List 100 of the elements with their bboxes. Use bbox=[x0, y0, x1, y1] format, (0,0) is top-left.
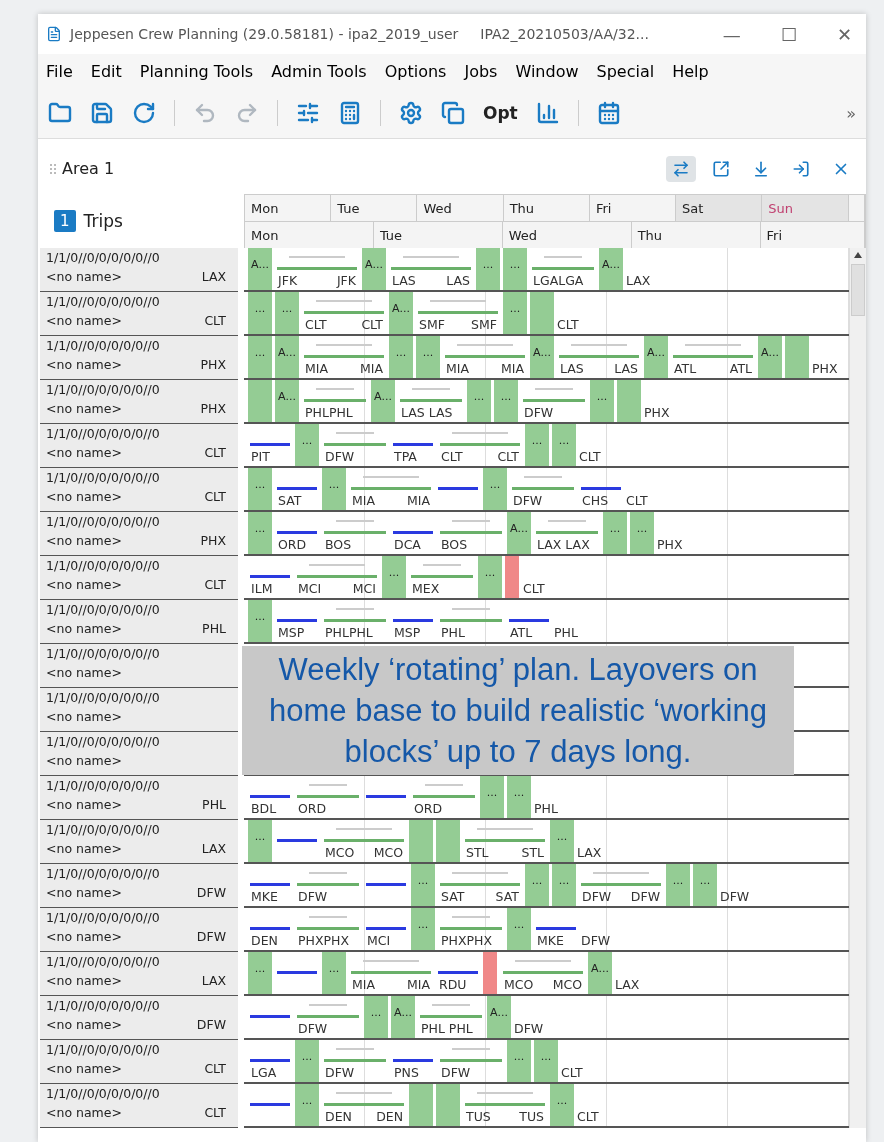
menu-item[interactable]: Admin Tools bbox=[271, 61, 367, 81]
crew-row-header[interactable]: 1/1/0//0/0/0/0/0//0 <no name> LAX bbox=[40, 820, 238, 864]
duty-block[interactable]: ... bbox=[364, 996, 388, 1038]
settings-icon[interactable] bbox=[399, 101, 423, 125]
crew-row-header[interactable]: 1/1/0//0/0/0/0/0//0 <no name> PHX bbox=[40, 336, 238, 380]
scroll-up-icon[interactable] bbox=[854, 252, 862, 258]
menu-item[interactable]: Jobs bbox=[464, 61, 498, 81]
save-icon[interactable] bbox=[90, 101, 114, 125]
menu-item[interactable]: Help bbox=[672, 61, 709, 81]
duty-block[interactable]: ... bbox=[507, 776, 531, 818]
opt-button[interactable]: Opt bbox=[483, 103, 518, 123]
crew-row-header[interactable]: 1/1/0//0/0/0/0/0//0 <no name> CLT bbox=[40, 1084, 238, 1128]
copy-icon[interactable] bbox=[441, 101, 465, 125]
bar-chart-icon[interactable] bbox=[535, 101, 560, 125]
duty-block[interactable]: A... bbox=[530, 336, 554, 378]
crew-row-header[interactable]: 1/1/0//0/0/0/0/0//0 <no name> bbox=[40, 732, 238, 776]
duty-block[interactable]: A... bbox=[275, 336, 299, 378]
window-control[interactable]: ✕ bbox=[836, 23, 852, 45]
duty-block[interactable]: ... bbox=[411, 908, 435, 950]
duty-block[interactable]: ... bbox=[476, 248, 500, 290]
duty-block[interactable]: A... bbox=[588, 952, 612, 994]
scroll-thumb[interactable] bbox=[851, 264, 865, 316]
menu-item[interactable]: Special bbox=[596, 61, 655, 81]
duty-block[interactable]: A... bbox=[507, 512, 531, 554]
duty-block[interactable]: ... bbox=[295, 424, 319, 466]
window-control[interactable]: ☐ bbox=[780, 23, 797, 45]
duty-block[interactable]: ... bbox=[322, 468, 346, 510]
crew-row-header[interactable]: 1/1/0//0/0/0/0/0//0 <no name> PHX bbox=[40, 512, 238, 556]
crew-row-header[interactable]: 1/1/0//0/0/0/0/0//0 <no name> CLT bbox=[40, 424, 238, 468]
duty-block[interactable]: ... bbox=[322, 952, 346, 994]
duty-block[interactable]: ... bbox=[416, 336, 440, 378]
duty-block[interactable]: ... bbox=[494, 380, 518, 422]
duty-block[interactable]: A... bbox=[248, 248, 272, 290]
calendar-icon[interactable] bbox=[596, 101, 621, 125]
area-action-button[interactable] bbox=[666, 155, 696, 182]
duty-block[interactable]: ... bbox=[503, 248, 527, 290]
duty-block[interactable]: A... bbox=[389, 292, 413, 334]
duty-block[interactable]: ... bbox=[525, 864, 549, 906]
duty-block[interactable]: ... bbox=[507, 908, 531, 950]
crew-row-header[interactable]: 1/1/0//0/0/0/0/0//0 <no name> DFW bbox=[40, 996, 238, 1040]
duty-block[interactable]: ... bbox=[389, 336, 413, 378]
crew-row-header[interactable]: 1/1/0//0/0/0/0/0//0 <no name> bbox=[40, 644, 238, 688]
duty-block[interactable]: ... bbox=[295, 1084, 319, 1126]
duty-block[interactable]: ... bbox=[248, 600, 272, 642]
duty-block[interactable]: ... bbox=[480, 776, 504, 818]
crew-row-header[interactable]: 1/1/0//0/0/0/0/0//0 <no name> CLT bbox=[40, 292, 238, 336]
duty-block[interactable]: A... bbox=[371, 380, 395, 422]
crew-row-header[interactable]: 1/1/0//0/0/0/0/0//0 <no name> CLT bbox=[40, 556, 238, 600]
crew-row-header[interactable]: 1/1/0//0/0/0/0/0//0 <no name> CLT bbox=[40, 1040, 238, 1084]
crew-row-header[interactable]: 1/1/0//0/0/0/0/0//0 <no name> LAX bbox=[40, 248, 238, 292]
duty-block[interactable]: ... bbox=[550, 1084, 574, 1126]
menu-item[interactable]: Edit bbox=[90, 61, 122, 81]
duty-block[interactable]: A... bbox=[644, 336, 668, 378]
folder-icon[interactable] bbox=[48, 101, 72, 125]
menu-item[interactable]: File bbox=[46, 61, 73, 81]
duty-block[interactable]: ... bbox=[248, 512, 272, 554]
crew-row-header[interactable]: 1/1/0//0/0/0/0/0//0 <no name> PHL bbox=[40, 600, 238, 644]
crew-row-header[interactable]: 1/1/0//0/0/0/0/0//0 <no name> bbox=[40, 688, 238, 732]
duty-block[interactable]: ... bbox=[248, 820, 272, 862]
duty-block[interactable]: ... bbox=[478, 556, 502, 598]
refresh-icon[interactable] bbox=[132, 101, 156, 125]
duty-block[interactable]: ... bbox=[411, 864, 435, 906]
duty-block[interactable]: ... bbox=[483, 468, 507, 510]
duty-block[interactable]: ... bbox=[382, 556, 406, 598]
menu-item[interactable]: Options bbox=[384, 61, 447, 81]
duty-block[interactable]: ... bbox=[248, 292, 272, 334]
menu-item[interactable]: Window bbox=[515, 61, 579, 81]
duty-block[interactable]: ... bbox=[467, 380, 491, 422]
calculator-icon[interactable] bbox=[338, 101, 362, 125]
duty-block[interactable]: ... bbox=[534, 1040, 558, 1082]
crew-row-header[interactable]: 1/1/0//0/0/0/0/0//0 <no name> DFW bbox=[40, 908, 238, 952]
duty-block[interactable]: ... bbox=[248, 952, 272, 994]
duty-block[interactable]: ... bbox=[248, 468, 272, 510]
window-control[interactable]: — bbox=[722, 23, 741, 45]
overflow-button[interactable]: » bbox=[846, 103, 856, 123]
crew-row-header[interactable]: 1/1/0//0/0/0/0/0//0 <no name> PHL bbox=[40, 776, 238, 820]
duty-block[interactable]: ... bbox=[552, 424, 576, 466]
duty-block[interactable]: ... bbox=[603, 512, 627, 554]
duty-block[interactable]: ... bbox=[507, 1040, 531, 1082]
duty-block[interactable]: A... bbox=[275, 380, 299, 422]
duty-block[interactable]: A... bbox=[362, 248, 386, 290]
crew-row-header[interactable]: 1/1/0//0/0/0/0/0//0 <no name> LAX bbox=[40, 952, 238, 996]
crew-row-header[interactable]: 1/1/0//0/0/0/0/0//0 <no name> DFW bbox=[40, 864, 238, 908]
duty-block[interactable]: ... bbox=[275, 292, 299, 334]
duty-block[interactable]: A... bbox=[487, 996, 511, 1038]
duty-block[interactable]: A... bbox=[599, 248, 623, 290]
duty-block[interactable]: ... bbox=[552, 864, 576, 906]
crew-row-header[interactable]: 1/1/0//0/0/0/0/0//0 <no name> CLT bbox=[40, 468, 238, 512]
grip-icon[interactable] bbox=[50, 163, 56, 174]
duty-block[interactable]: A... bbox=[391, 996, 415, 1038]
duty-block[interactable]: ... bbox=[503, 292, 527, 334]
menu-item[interactable]: Planning Tools bbox=[139, 61, 254, 81]
duty-block[interactable]: ... bbox=[693, 864, 717, 906]
duty-block[interactable]: ... bbox=[590, 380, 614, 422]
crew-row-header[interactable]: 1/1/0//0/0/0/0/0//0 <no name> PHX bbox=[40, 380, 238, 424]
duty-block[interactable]: ... bbox=[630, 512, 654, 554]
duty-block[interactable]: ... bbox=[248, 336, 272, 378]
duty-block[interactable]: ... bbox=[550, 820, 574, 862]
scrollbar[interactable] bbox=[849, 248, 866, 1128]
sliders-icon[interactable] bbox=[296, 101, 320, 125]
